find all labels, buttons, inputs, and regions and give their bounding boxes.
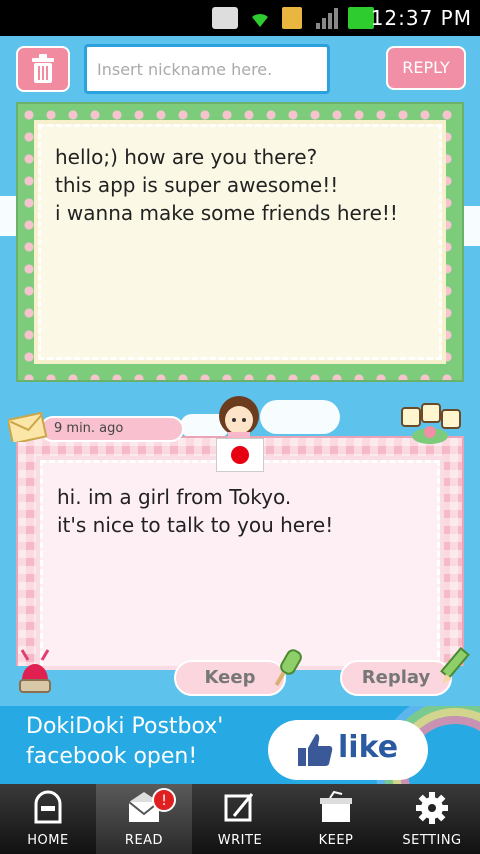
sim-alert-icon — [282, 7, 302, 29]
signal-icon — [316, 8, 338, 29]
pencil-icon — [440, 646, 470, 684]
reply-button[interactable]: REPLY — [386, 46, 466, 90]
status-time: 12:37 PM — [370, 6, 472, 30]
delete-button[interactable] — [16, 46, 70, 92]
envelope-icon — [8, 412, 48, 442]
nav-keep[interactable]: KEEP — [288, 784, 384, 854]
photo-notification-icon — [212, 7, 238, 29]
nav-read[interactable]: ! READ — [96, 784, 192, 854]
message-line: hello;) how are you there? — [55, 145, 318, 169]
status-bar: 12:37 PM — [0, 0, 480, 36]
banner-line1: DokiDoki Postbox' — [26, 714, 224, 739]
nav-setting[interactable]: SETTING — [384, 784, 480, 854]
trash-icon — [32, 54, 54, 83]
bottom-nav: HOME ! READ WRITE KEEP SETTING — [0, 784, 480, 854]
keep-box-icon — [320, 790, 352, 822]
message-text: hi. im a girl from Tokyo. it's nice to t… — [43, 463, 437, 559]
wifi-icon — [252, 13, 268, 27]
mailbox-icon — [34, 790, 62, 824]
nav-label: KEEP — [318, 833, 354, 848]
letter-paper: hello;) how are you there? this app is s… — [34, 120, 446, 364]
nav-home[interactable]: HOME — [0, 784, 96, 854]
banner-line2: facebook open! — [26, 744, 198, 769]
ribbon-ornament-icon — [19, 649, 51, 693]
message-line: it's nice to talk to you here! — [57, 513, 334, 537]
japan-flag-icon — [216, 438, 264, 472]
nav-write[interactable]: WRITE — [192, 784, 288, 854]
thumbs-up-icon — [298, 734, 333, 766]
like-text: like — [338, 730, 399, 765]
unread-badge: ! — [152, 788, 176, 812]
letter-paper: hi. im a girl from Tokyo. it's nice to t… — [36, 456, 444, 670]
cloud-decoration — [260, 400, 340, 434]
girl-avatar-icon — [219, 396, 259, 442]
nickname-input[interactable] — [84, 44, 330, 94]
facebook-ad-banner[interactable]: DokiDoki Postbox' facebook open! like — [0, 706, 480, 784]
translate-icon[interactable] — [400, 402, 464, 446]
message-text: hello;) how are you there? this app is s… — [41, 127, 439, 243]
keep-button[interactable]: Keep — [174, 660, 286, 696]
popsicle-icon — [274, 649, 302, 687]
time-ago-label: 9 min. ago — [40, 416, 184, 442]
nav-label: SETTING — [402, 833, 462, 848]
app-content: REPLY hello;) how are you there? this ap… — [0, 36, 480, 706]
gear-icon — [416, 792, 448, 824]
replay-button[interactable]: Replay — [340, 660, 452, 696]
message-line: this app is super awesome!! — [55, 173, 339, 197]
nav-label: WRITE — [217, 833, 263, 848]
write-icon — [224, 793, 254, 822]
message-card-received: hello;) how are you there? this app is s… — [16, 102, 464, 382]
message-line: hi. im a girl from Tokyo. — [57, 485, 292, 509]
message-line: i wanna make some friends here!! — [55, 201, 398, 225]
nav-label: HOME — [27, 833, 69, 848]
nav-label: READ — [124, 833, 164, 848]
